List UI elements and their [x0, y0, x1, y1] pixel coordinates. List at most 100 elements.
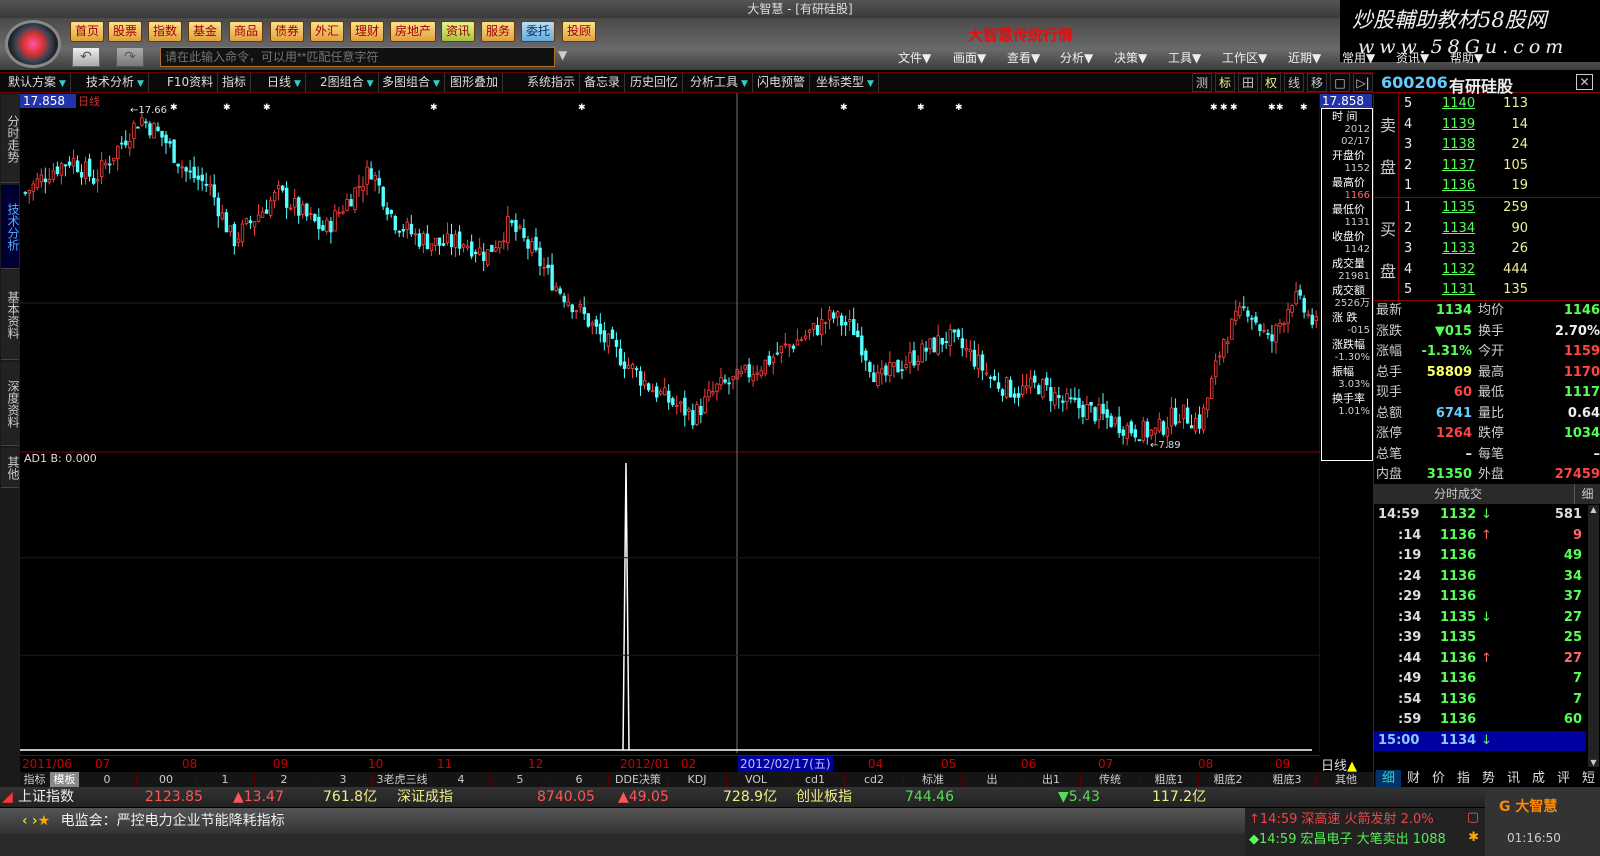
right-tab-1[interactable]: 财 — [1401, 770, 1426, 787]
indicator-tab-2[interactable]: 0 — [78, 772, 137, 787]
nav-button-3[interactable]: 基金 — [188, 21, 223, 42]
menu-8[interactable]: 常用▼ — [1342, 49, 1375, 66]
nav-button-0[interactable]: 首页 — [70, 21, 105, 42]
right-tab-7[interactable]: 评 — [1551, 770, 1576, 787]
scroll-down-icon[interactable]: ▼ — [1588, 758, 1599, 767]
indicator-tab-8[interactable]: 4 — [432, 772, 491, 787]
dropdown-arrow-icon[interactable]: ▼ — [294, 79, 301, 89]
indicator-tab-15[interactable]: cd2 — [845, 772, 904, 787]
toolbar-item-8[interactable]: 系统指示 — [523, 73, 581, 92]
indicator-tab-11[interactable]: DDE决策 — [609, 772, 668, 787]
sell-row[interactable]: 4 1139 14 — [1400, 115, 1600, 136]
toolbar-item-5[interactable]: 2图组合 ▼ — [316, 73, 379, 92]
right-tab-2[interactable]: 价 — [1426, 770, 1451, 787]
sell-row[interactable]: 1 1136 19 — [1400, 176, 1600, 197]
dropdown-arrow-icon[interactable]: ▼ — [867, 79, 874, 89]
vtab-2[interactable]: 基本资料 — [1, 270, 20, 360]
toolbar-item-12[interactable]: 闪电预警 — [753, 73, 811, 92]
toolbar-item-1[interactable]: 技术分析 ▼ — [82, 73, 149, 92]
indicator-tab-17[interactable]: 出 — [963, 772, 1022, 787]
indicator-tab-4[interactable]: 1 — [196, 772, 255, 787]
right-tab-3[interactable]: 指 — [1451, 770, 1476, 787]
index-item[interactable]: 2123.85 — [145, 787, 203, 807]
nav-button-11[interactable]: 委托 — [521, 21, 556, 42]
scroll-up-icon[interactable]: ▲ — [1588, 505, 1599, 514]
menu-7[interactable]: 近期▼ — [1288, 49, 1321, 66]
toolbar-item-7[interactable]: 图形叠加 — [446, 73, 504, 92]
index-item[interactable]: 117.2亿 — [1152, 787, 1206, 807]
indicator-tab-16[interactable]: 标准 — [904, 772, 963, 787]
toolbar-right-icon-3[interactable]: 权 — [1261, 73, 1281, 92]
indicator-tab-22[interactable]: 粗底3 — [1258, 772, 1317, 787]
indicator-tab-10[interactable]: 6 — [550, 772, 609, 787]
kline-chart[interactable]: ←17.66←7.89✱✱✱✱✱✱✱✱✱✱✱✱✱✱0.670.330.00 — [20, 93, 1320, 753]
nav-button-2[interactable]: 指数 — [148, 21, 183, 42]
sell-row[interactable]: 3 1138 24 — [1400, 135, 1600, 156]
alert-item[interactable]: ↑14:59 深高速 火箭发射 2.0% — [1249, 808, 1434, 827]
buy-row[interactable]: 5 1131 135 — [1400, 280, 1600, 301]
vtab-0[interactable]: 分时走势 — [1, 95, 20, 183]
toolbar-item-3[interactable]: 指标 — [218, 73, 252, 92]
index-item[interactable]: 上证指数 — [18, 787, 74, 807]
indicator-tab-20[interactable]: 粗底1 — [1140, 772, 1199, 787]
indicator-tab-1[interactable]: 模板 — [50, 772, 80, 787]
toolbar-right-icon-2[interactable]: 田 — [1238, 73, 1258, 92]
right-tab-5[interactable]: 讯 — [1501, 770, 1526, 787]
nav-button-4[interactable]: 商品 — [229, 21, 264, 42]
toolbar-right-icon-1[interactable]: 标 — [1215, 73, 1235, 92]
command-dropdown-icon[interactable]: ▼ — [558, 48, 567, 62]
toolbar-item-0[interactable]: 默认方案 ▼ — [4, 73, 71, 92]
menu-6[interactable]: 工作区▼ — [1222, 49, 1267, 66]
toolbar-right-icon-6[interactable]: □ — [1330, 73, 1350, 92]
toolbar-right-icon-7[interactable]: ▷| — [1353, 73, 1373, 92]
toolbar-item-11[interactable]: 分析工具 ▼ — [686, 73, 753, 92]
index-item[interactable]: 728.9亿 — [723, 787, 777, 807]
buy-row[interactable]: 1 1135 259 — [1400, 198, 1600, 219]
nav-button-1[interactable]: 股票 — [108, 21, 143, 42]
buy-row[interactable]: 3 1133 26 — [1400, 239, 1600, 260]
app-logo[interactable] — [5, 20, 61, 68]
index-item[interactable]: ▼5.43 — [1058, 787, 1100, 807]
toolbar-item-10[interactable]: 历史回忆 — [626, 73, 684, 92]
vtab-1[interactable]: 技术分析 — [1, 185, 20, 269]
toolbar-item-13[interactable]: 坐标类型 ▼ — [812, 73, 879, 92]
menu-2[interactable]: 查看▼ — [1007, 49, 1040, 66]
dropdown-arrow-icon[interactable]: ▼ — [433, 79, 440, 89]
index-item[interactable]: ▲13.47 — [233, 787, 284, 807]
toolbar-item-9[interactable]: 备忘录 — [580, 73, 626, 92]
menu-3[interactable]: 分析▼ — [1060, 49, 1093, 66]
right-tab-8[interactable]: 短 — [1576, 770, 1600, 787]
dropdown-arrow-icon[interactable]: ▼ — [59, 79, 66, 89]
forward-button[interactable]: ↷ — [116, 47, 144, 67]
period-selector[interactable]: 日线▲ — [1321, 755, 1357, 774]
command-input[interactable] — [160, 47, 555, 67]
nav-button-9[interactable]: 资讯 — [441, 21, 476, 42]
indicator-tab-19[interactable]: 传统 — [1081, 772, 1140, 787]
right-tab-4[interactable]: 势 — [1476, 770, 1501, 787]
indicator-tab-0[interactable]: 指标 — [20, 772, 50, 787]
right-tab-6[interactable]: 成 — [1526, 770, 1551, 787]
index-item[interactable]: 深证成指 — [397, 787, 453, 807]
menu-5[interactable]: 工具▼ — [1168, 49, 1201, 66]
indicator-tab-21[interactable]: 粗底2 — [1199, 772, 1258, 787]
dropdown-arrow-icon[interactable]: ▼ — [367, 79, 374, 89]
alert-item[interactable]: ◆14:59 宏昌电子 大笔卖出 1088 — [1249, 828, 1446, 847]
menu-10[interactable]: 帮助▼ — [1450, 49, 1483, 66]
nav-button-6[interactable]: 外汇 — [310, 21, 345, 42]
indicator-tab-18[interactable]: 出1 — [1022, 772, 1081, 787]
toolbar-item-4[interactable]: 日线 ▼ — [263, 73, 306, 92]
close-icon[interactable]: ✕ — [1576, 74, 1593, 90]
prev-next-icon[interactable]: ‹ › — [0, 813, 38, 829]
nav-button-10[interactable]: 服务 — [481, 21, 516, 42]
buy-row[interactable]: 2 1134 90 — [1400, 219, 1600, 240]
index-item[interactable]: 创业板指 — [796, 787, 852, 807]
dropdown-arrow-icon[interactable]: ▼ — [137, 79, 144, 89]
window-icon[interactable]: ▢ — [1467, 810, 1479, 825]
nav-button-7[interactable]: 理财 — [350, 21, 385, 42]
buy-row[interactable]: 4 1132 444 — [1400, 260, 1600, 281]
toolbar-item-6[interactable]: 多图组合 ▼ — [378, 73, 445, 92]
star-icon[interactable]: ★ — [38, 813, 51, 829]
indicator-tab-3[interactable]: 00 — [137, 772, 196, 787]
index-item[interactable]: ▲49.05 — [618, 787, 669, 807]
toolbar-right-icon-5[interactable]: 移 — [1307, 73, 1327, 92]
